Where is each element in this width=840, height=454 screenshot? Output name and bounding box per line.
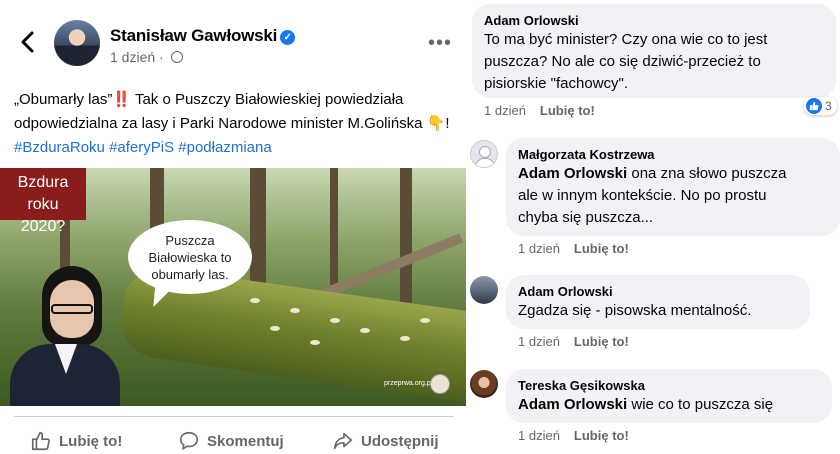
like-button-label: Lubię to! — [59, 432, 123, 450]
comment-line: chyba się puszcza... — [518, 209, 654, 226]
commenter-avatar[interactable] — [470, 276, 498, 304]
post-author[interactable]: Stanisław Gawłowski ✓ — [110, 26, 296, 46]
comment-button-label: Skomentuj — [207, 432, 284, 450]
comment-meta: 1 dzień Lubię to! — [518, 428, 629, 443]
portrait-glasses — [51, 304, 93, 314]
post-time[interactable]: 1 dzień — [110, 49, 155, 65]
speech-line2: Białowieska to — [148, 250, 232, 265]
fungus — [310, 340, 320, 345]
comments-panel: Adam Orlowski To ma być minister? Czy on… — [466, 0, 840, 454]
comment-like-button[interactable]: Lubię to! — [574, 241, 629, 256]
comment-line-text: ona zna słowo puszcza — [627, 165, 787, 182]
comment-button[interactable]: Skomentuj — [178, 430, 284, 452]
comment-time[interactable]: 1 dzień — [518, 334, 560, 349]
post-meta: 1 dzień · — [110, 49, 183, 65]
speech-line3: obumarły las. — [151, 267, 229, 282]
more-options-icon[interactable]: ••• — [428, 32, 452, 55]
fungus — [330, 318, 340, 323]
commenter-avatar[interactable] — [470, 370, 498, 398]
comment-meta: 1 dzień Lubię to! — [518, 334, 629, 349]
mention-link[interactable]: Adam Orlowski — [518, 165, 627, 182]
comment-line-text: wie co to puszcza się — [627, 396, 774, 413]
comment-line: pisiorskie "fachowcy". — [484, 75, 629, 92]
comment-line: Adam Orlowski wie co to puszcza się — [518, 394, 820, 416]
hashtag-podlazmiana[interactable]: #podłazmiana — [178, 139, 271, 156]
fungus — [400, 336, 410, 341]
comment-line: ale w innym kontekście. No po prostu — [518, 187, 767, 204]
post-image[interactable]: Bzdura roku 2020? Puszcza Białowieska to… — [0, 168, 466, 406]
share-button[interactable]: Udostępnij — [332, 430, 439, 452]
comment-bubble: Małgorzata Kostrzewa Adam Orlowski ona z… — [506, 138, 840, 236]
post: Stanisław Gawłowski ✓ 1 dzień · ••• „Obum… — [0, 0, 466, 454]
image-title-line2: 2020? — [20, 218, 66, 235]
watermark-logo-icon — [430, 374, 450, 394]
share-button-label: Udostępnij — [361, 432, 439, 450]
reaction-count: 3 — [825, 99, 832, 113]
hashtag-aferypis[interactable]: #aferyPiS — [109, 139, 174, 156]
author-avatar[interactable] — [54, 20, 100, 66]
comment-author[interactable]: Adam Orlowski — [518, 283, 798, 300]
image-watermark: przeprwa.org.pl — [384, 380, 433, 387]
back-arrow-icon[interactable] — [16, 30, 40, 54]
comment-line: Zgadza się - pisowska mentalność. — [518, 302, 752, 319]
comment-like-button[interactable]: Lubię to! — [574, 334, 629, 349]
post-text: „Obumarły las”‼️ Tak o Puszczy Białowies… — [14, 88, 454, 160]
like-reaction-icon — [806, 98, 822, 114]
commenter-avatar[interactable] — [470, 140, 498, 168]
image-title-line1: Bzdura roku — [17, 174, 69, 213]
comment-author[interactable]: Małgorzata Kostrzewa — [518, 146, 828, 163]
speech-bubble: Puszcza Białowieska to obumarły las. — [128, 220, 252, 294]
fungus — [250, 298, 260, 303]
person-portrait — [10, 266, 120, 406]
comment-time[interactable]: 1 dzień — [518, 428, 560, 443]
comment-meta: 1 dzień Lubię to! — [518, 241, 629, 256]
comment-icon — [179, 431, 199, 450]
comment-time[interactable]: 1 dzień — [518, 241, 560, 256]
share-arrow-icon — [333, 432, 353, 450]
fungus — [270, 326, 280, 331]
post-author-name[interactable]: Stanisław Gawłowski — [110, 26, 277, 45]
like-button[interactable]: Lubię to! — [30, 430, 122, 452]
comment-like-button[interactable]: Lubię to! — [574, 428, 629, 443]
comment-author[interactable]: Adam Orlowski — [484, 12, 824, 29]
hashtag-bzduraroku[interactable]: #BzduraRoku — [14, 139, 105, 156]
reaction-count-badge[interactable]: 3 — [804, 97, 837, 115]
divider — [14, 416, 454, 417]
post-text-bang: ! — [445, 115, 450, 132]
fungus — [420, 318, 430, 323]
mention-link[interactable]: Adam Orlowski — [518, 396, 627, 413]
post-text-intro: „Obumarły las” — [14, 91, 113, 108]
speech-line1: Puszcza — [165, 233, 215, 248]
comment-line: To ma być minister? Czy ona wie co to je… — [484, 31, 768, 48]
comment-meta: 1 dzień Lubię to! — [484, 103, 595, 118]
comment-like-button[interactable]: Lubię to! — [540, 103, 595, 118]
comment-author[interactable]: Tereska Gęsikowska — [518, 377, 820, 394]
comment-time[interactable]: 1 dzień — [484, 103, 526, 118]
comment-bubble: Adam Orlowski To ma być minister? Czy on… — [472, 4, 836, 98]
image-title-box: Bzdura roku 2020? — [0, 168, 86, 235]
globe-icon — [170, 51, 183, 63]
double-exclamation-emoji: ‼️ — [112, 91, 132, 108]
fungus — [290, 308, 300, 313]
tree-trunk — [400, 168, 412, 318]
fungus — [360, 328, 370, 333]
comment-line: Adam Orlowski ona zna słowo puszcza — [518, 163, 828, 185]
comment-bubble: Adam Orlowski Zgadza się - pisowska ment… — [506, 275, 810, 329]
verified-badge-icon: ✓ — [280, 30, 296, 45]
comment-line: puszcza? No ale co się dziwić-przecież t… — [484, 53, 761, 70]
pointing-down-emoji: 👇 — [426, 115, 446, 132]
comment-bubble: Tereska Gęsikowska Adam Orlowski wie co … — [506, 369, 832, 423]
thumbs-up-icon — [31, 431, 50, 451]
